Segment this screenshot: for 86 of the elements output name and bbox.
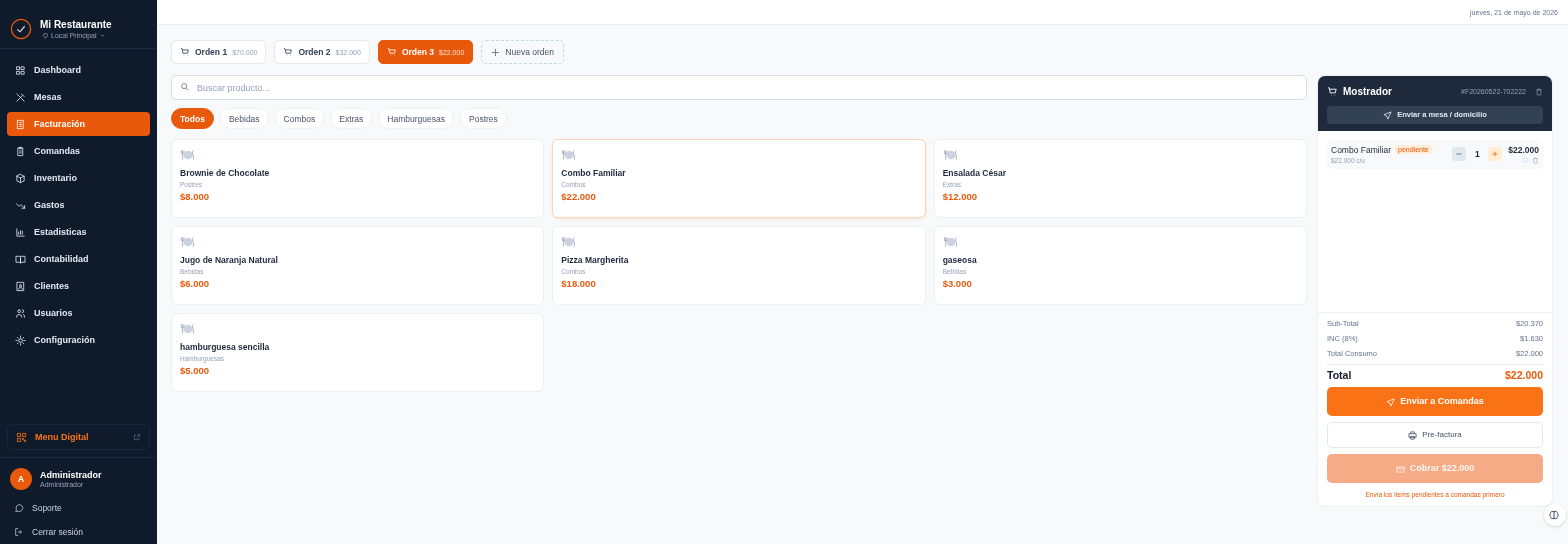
printer-icon [1408,430,1418,440]
plate-cutlery-icon [561,236,578,248]
product-name: gaseosa [942,255,978,265]
category-chip[interactable]: Hamburguesas [378,108,454,129]
nav-icon [15,91,26,103]
user-name: Administrador [40,470,102,480]
prebill-button[interactable]: Pre-factura [1327,422,1543,448]
sidebar-footer-link[interactable]: Cerrar sesión [0,520,157,544]
nav-icon [15,226,26,238]
nav-icon [15,280,26,292]
cart-icon [386,47,397,57]
pin-icon [42,32,49,40]
product-price: $5.000 [180,365,211,376]
ticket-title: Mostrador [1343,86,1393,97]
logout-icon [14,527,24,537]
product-price: $22.000 [561,191,597,202]
nav-item[interactable]: Configuración [7,328,150,352]
nav-icon [15,307,26,319]
nav-item[interactable]: Dashboard [7,58,150,82]
category-chip[interactable]: Combos [274,108,325,129]
nav-item[interactable]: Clientes [7,274,150,298]
sidebar-footer-link[interactable]: Soporte [0,496,157,520]
item-name: Combo Familiar [1331,144,1391,155]
category-chip[interactable]: Todos [171,108,214,129]
nav-item[interactable]: Inventario [7,166,150,190]
plate-cutlery-icon [942,149,959,161]
total-label: Total [1327,369,1352,381]
nav-icon [15,64,26,76]
nav-icon [15,253,26,265]
decrease-button[interactable] [1452,147,1467,162]
plate-cutlery-icon [180,323,196,335]
card-icon [1395,464,1405,474]
plate-cutlery-icon [180,236,196,248]
comment-icon[interactable] [1522,156,1529,164]
item-total: $22.000 [1508,144,1539,155]
category-chip[interactable]: Bebidas [219,108,269,129]
product-name: Brownie de Chocolate [180,168,271,178]
nav-item[interactable]: Facturación [7,112,150,136]
product-price: $8.000 [180,191,211,202]
product-price: $6.000 [180,278,211,289]
nav-item[interactable]: Mesas [7,85,150,109]
nav-icon [15,334,26,346]
product-name: hamburguesa sencilla [180,342,271,352]
nav-icon [15,145,26,157]
trash-icon[interactable] [1532,156,1539,164]
caret-icon [98,32,106,40]
plate-cutlery-icon [942,236,959,248]
cart-icon [283,47,294,57]
category-chip[interactable]: Extras [330,108,373,129]
send-icon [1386,397,1396,407]
nav-icon [15,118,26,130]
product-name: Pizza Margherita [561,255,630,265]
chat-bubble-icon [14,503,24,513]
product-name: Combo Familiar [561,168,627,178]
plus-icon [491,48,501,58]
nav-item[interactable]: Estadisticas [7,220,150,244]
user-avatar: A [10,468,32,490]
qr-code-icon [16,431,27,443]
total-value: $22.000 [1505,369,1543,381]
trash-icon[interactable] [1535,87,1543,96]
cart-icon [1327,86,1338,97]
item-quantity: 1 [1473,149,1481,160]
product-price: $12.000 [942,191,978,202]
plus-icon [1491,150,1500,159]
nav-icon [15,172,26,184]
nav-item[interactable]: Comandas [7,139,150,163]
product-price: $3.000 [942,278,973,289]
plate-cutlery-icon [180,149,196,161]
floating-assistant-button[interactable] [1544,504,1566,526]
nav-item[interactable]: Contabilidad [7,247,150,271]
new-order-button[interactable]: Nueva orden [481,40,564,64]
nav-item[interactable]: Gastos [7,193,150,217]
menu-digital-link[interactable]: Menu Digital [7,424,150,450]
restaurant-name: Mi Restaurante [40,18,112,30]
category-chip[interactable]: Postres [460,108,507,129]
nav-item[interactable]: Usuarios [7,301,150,325]
external-link-icon [133,433,141,441]
plate-cutlery-icon [561,149,578,161]
check-logo-icon [10,18,32,40]
search-field[interactable]: Buscar producto... [171,75,1307,100]
cart-icon [180,47,190,57]
product-name: Jugo de Naranja Natural [180,255,279,265]
product-price: $18.000 [561,278,597,289]
send-icon [1383,110,1393,120]
increase-button[interactable] [1488,147,1503,162]
product-name: Ensalada César [942,168,1007,178]
